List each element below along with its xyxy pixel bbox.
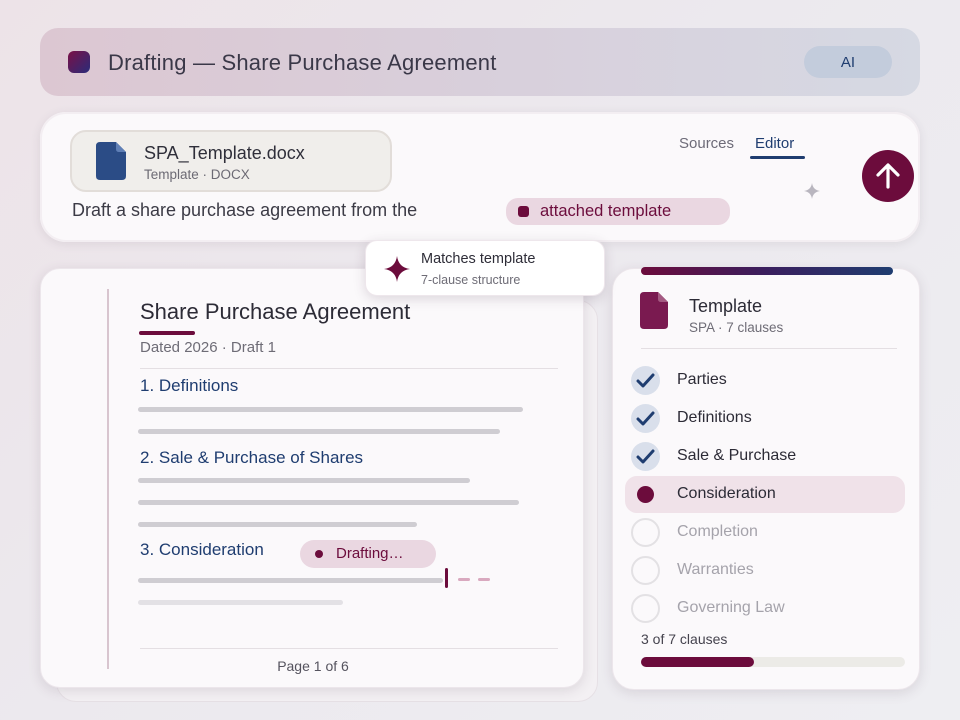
tooltip-title: Matches template: [421, 251, 536, 267]
file-name: SPA_Template.docx: [144, 143, 305, 163]
empty-circle-icon: [631, 518, 660, 547]
template-title: Template: [689, 296, 763, 316]
clause-label: Consideration: [677, 485, 776, 502]
ai-badge[interactable]: AI: [804, 46, 892, 78]
drafting-status-chip: Drafting…: [300, 540, 436, 568]
text-line: [138, 522, 417, 527]
page-indicator: Page 1 of 6: [277, 658, 349, 674]
clause-item[interactable]: Governing Law: [625, 590, 905, 627]
arrow-up-icon: [876, 163, 900, 189]
divider: [140, 368, 558, 369]
clause-item[interactable]: Warranties: [625, 552, 905, 589]
template-panel: Template SPA · 7 clauses Parties Definiti…: [612, 267, 920, 690]
text-line: [138, 429, 500, 434]
clause-item[interactable]: Sale & Purchase: [625, 438, 905, 475]
prompt-text[interactable]: Draft a share purchase agreement from th…: [72, 200, 417, 221]
document-date: Dated 2026 · Draft 1: [140, 339, 276, 356]
check-icon: [631, 442, 660, 471]
app-root: Drafting — Share Purchase Agreement AI S…: [0, 0, 960, 720]
send-button[interactable]: [862, 150, 914, 202]
text-line: [138, 600, 343, 605]
document-icon: [640, 292, 668, 329]
progress-bar: [641, 657, 905, 667]
status-dot: [315, 550, 323, 558]
sparkle-icon: [804, 183, 820, 199]
empty-circle-icon: [631, 556, 660, 585]
document-icon: [96, 142, 126, 180]
text-line: [138, 407, 523, 412]
clause-label: Parties: [677, 371, 727, 388]
active-tab-indicator: [750, 156, 805, 159]
clause-item[interactable]: Definitions: [625, 400, 905, 437]
tab-sources[interactable]: Sources: [679, 135, 734, 152]
template-subtitle: SPA · 7 clauses: [689, 320, 784, 335]
progress-fill: [641, 657, 755, 667]
document-editor[interactable]: Share Purchase Agreement Dated 2026 · Dr…: [40, 268, 584, 688]
template-chip-label: attached template: [540, 202, 672, 220]
clause-label: Warranties: [677, 561, 754, 578]
text-line: [138, 578, 443, 583]
header-bar: Drafting — Share Purchase Agreement AI: [40, 28, 920, 96]
divider: [641, 348, 897, 349]
section-heading: 3. Consideration: [140, 540, 264, 559]
panel-accent-bar: [641, 267, 893, 275]
clause-label: Sale & Purchase: [677, 447, 797, 464]
clause-label: Completion: [677, 523, 758, 540]
clause-item[interactable]: Consideration: [625, 476, 905, 513]
sparkle-icon: [384, 256, 410, 282]
tab-editor[interactable]: Editor: [755, 135, 794, 152]
text-line: [138, 500, 519, 505]
pending-dash: [478, 578, 490, 581]
page-title: Drafting — Share Purchase Agreement: [108, 50, 497, 75]
attached-file-chip[interactable]: SPA_Template.docx Template · DOCX: [70, 130, 392, 192]
tooltip-subtitle: 7-clause structure: [421, 273, 521, 287]
chip-square-icon: [518, 206, 529, 217]
file-meta: Template · DOCX: [144, 167, 250, 182]
margin-line: [107, 289, 109, 669]
prompt-card: SPA_Template.docx Template · DOCX Source…: [40, 112, 920, 242]
section-heading: 1. Definitions: [140, 376, 239, 395]
clause-item[interactable]: Parties: [625, 362, 905, 399]
check-icon: [631, 404, 660, 433]
app-logo: [68, 51, 90, 73]
clause-label: Governing Law: [677, 599, 785, 616]
clause-label: Definitions: [677, 409, 752, 426]
section-heading: 2. Sale & Purchase of Shares: [140, 448, 364, 467]
pending-dash: [458, 578, 470, 581]
empty-circle-icon: [631, 594, 660, 623]
match-tooltip: Matches template 7-clause structure: [365, 240, 605, 296]
text-line: [138, 478, 470, 483]
current-clause-icon: [631, 480, 660, 509]
text-cursor: [445, 568, 448, 588]
status-dot: [637, 486, 654, 503]
check-icon: [631, 366, 660, 395]
divider: [140, 648, 558, 649]
drafting-label: Drafting…: [336, 545, 404, 562]
clause-item[interactable]: Completion: [625, 514, 905, 551]
progress-text: 3 of 7 clauses: [641, 631, 728, 647]
title-underline: [139, 331, 195, 335]
document-title: Share Purchase Agreement: [140, 299, 411, 324]
template-reference-chip[interactable]: attached template: [506, 198, 730, 225]
